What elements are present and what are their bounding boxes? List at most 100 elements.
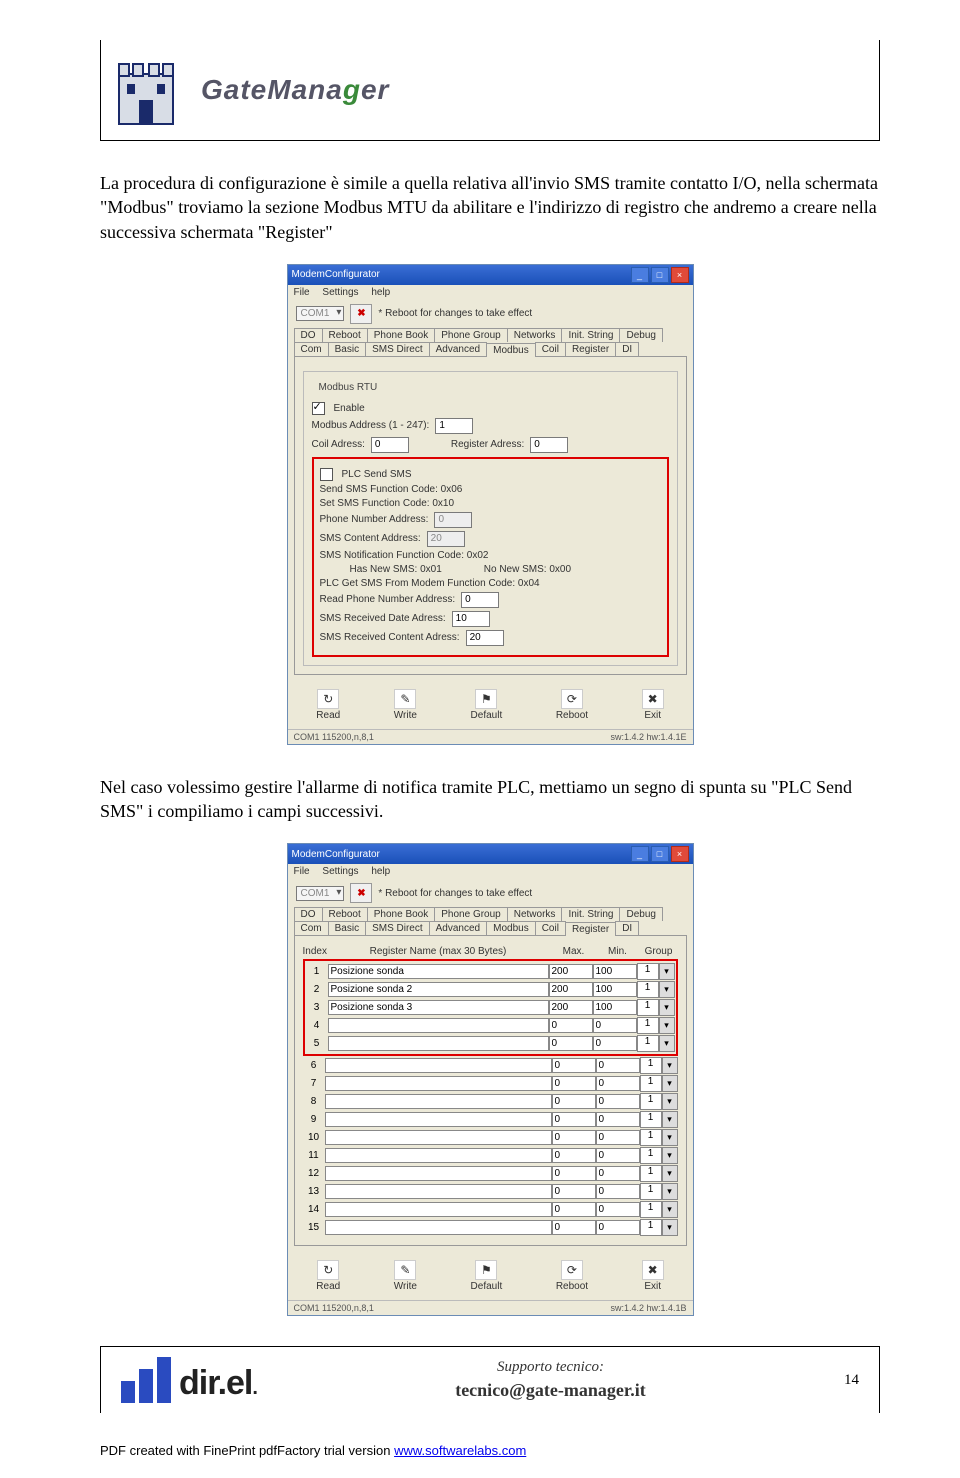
group-dropdown-icon[interactable]: ▾ xyxy=(659,1017,675,1034)
close-icon[interactable]: × xyxy=(671,267,689,283)
minimize-icon[interactable]: _ xyxy=(631,267,649,283)
tab-coil[interactable]: Coil xyxy=(535,342,566,356)
group-dropdown-icon[interactable]: ▾ xyxy=(662,1129,678,1146)
tab-modbus[interactable]: Modbus xyxy=(486,921,536,935)
tab-modbus[interactable]: Modbus xyxy=(486,343,536,357)
modbus-address-input[interactable] xyxy=(435,418,473,434)
tab-basic[interactable]: Basic xyxy=(328,921,366,935)
group-dropdown-icon[interactable]: ▾ xyxy=(659,999,675,1016)
group-dropdown-icon[interactable]: ▾ xyxy=(662,1057,678,1074)
register-name-input[interactable] xyxy=(328,964,549,979)
tab-networks[interactable]: Networks xyxy=(507,328,563,342)
tab-smsdirect[interactable]: SMS Direct xyxy=(365,921,430,935)
tab-debug[interactable]: Debug xyxy=(619,328,662,342)
register-min-input[interactable] xyxy=(593,1000,637,1015)
tab-phonegroup[interactable]: Phone Group xyxy=(434,907,508,921)
register-max-input[interactable] xyxy=(552,1058,596,1073)
menu-file[interactable]: File xyxy=(294,287,310,298)
tab-di[interactable]: DI xyxy=(615,342,639,356)
tab-phonegroup[interactable]: Phone Group xyxy=(434,328,508,342)
tab-reboot[interactable]: Reboot xyxy=(322,328,368,342)
group-dropdown-icon[interactable]: ▾ xyxy=(662,1219,678,1236)
menu-help[interactable]: help xyxy=(371,866,390,877)
group-dropdown-icon[interactable]: ▾ xyxy=(662,1075,678,1092)
register-min-input[interactable] xyxy=(596,1220,640,1235)
register-min-input[interactable] xyxy=(596,1112,640,1127)
register-name-input[interactable] xyxy=(325,1094,552,1109)
menu-settings[interactable]: Settings xyxy=(322,287,358,298)
tab-coil[interactable]: Coil xyxy=(535,921,566,935)
register-name-input[interactable] xyxy=(325,1112,552,1127)
default-button[interactable]: ⚑Default xyxy=(471,689,503,721)
register-min-input[interactable] xyxy=(596,1148,640,1163)
register-name-input[interactable] xyxy=(325,1130,552,1145)
pdf-link[interactable]: www.softwarelabs.com xyxy=(394,1443,526,1458)
read-button[interactable]: ↻Read xyxy=(316,1260,340,1292)
register-min-input[interactable] xyxy=(596,1094,640,1109)
register-min-input[interactable] xyxy=(593,1018,637,1033)
register-min-input[interactable] xyxy=(596,1076,640,1091)
tab-com[interactable]: Com xyxy=(294,921,329,935)
exit-button[interactable]: ✖Exit xyxy=(642,689,664,721)
register-max-input[interactable] xyxy=(549,964,593,979)
tab-initstring[interactable]: Init. String xyxy=(561,907,620,921)
register-name-input[interactable] xyxy=(325,1202,552,1217)
register-max-input[interactable] xyxy=(552,1076,596,1091)
group-dropdown-icon[interactable]: ▾ xyxy=(659,981,675,998)
tab-phonebook[interactable]: Phone Book xyxy=(367,328,436,342)
menu-help[interactable]: help xyxy=(371,287,390,298)
recv-date-input[interactable] xyxy=(452,611,490,627)
tab-do[interactable]: DO xyxy=(294,907,323,921)
register-max-input[interactable] xyxy=(549,1018,593,1033)
group-dropdown-icon[interactable]: ▾ xyxy=(662,1183,678,1200)
tab-advanced[interactable]: Advanced xyxy=(429,342,487,356)
register-max-input[interactable] xyxy=(549,1036,593,1051)
group-dropdown-icon[interactable]: ▾ xyxy=(659,963,675,980)
register-name-input[interactable] xyxy=(325,1076,552,1091)
register-min-input[interactable] xyxy=(593,964,637,979)
register-name-input[interactable] xyxy=(325,1148,552,1163)
default-button[interactable]: ⚑Default xyxy=(471,1260,503,1292)
exit-button[interactable]: ✖Exit xyxy=(642,1260,664,1292)
com-port-select[interactable]: COM1 xyxy=(296,306,345,321)
tab-networks[interactable]: Networks xyxy=(507,907,563,921)
recv-content-input[interactable] xyxy=(466,630,504,646)
disconnect-button[interactable]: ✖ xyxy=(350,304,372,324)
reboot-button[interactable]: ⟳Reboot xyxy=(556,689,588,721)
tab-di[interactable]: DI xyxy=(615,921,639,935)
group-dropdown-icon[interactable]: ▾ xyxy=(659,1035,675,1052)
register-min-input[interactable] xyxy=(596,1130,640,1145)
register-name-input[interactable] xyxy=(325,1166,552,1181)
group-dropdown-icon[interactable]: ▾ xyxy=(662,1201,678,1218)
tab-register[interactable]: Register xyxy=(565,342,616,356)
tab-basic[interactable]: Basic xyxy=(328,342,366,356)
tab-advanced[interactable]: Advanced xyxy=(429,921,487,935)
group-dropdown-icon[interactable]: ▾ xyxy=(662,1165,678,1182)
maximize-icon[interactable]: □ xyxy=(651,267,669,283)
register-max-input[interactable] xyxy=(552,1148,596,1163)
plc-send-sms-checkbox[interactable] xyxy=(320,468,333,481)
tab-do[interactable]: DO xyxy=(294,328,323,342)
register-max-input[interactable] xyxy=(549,982,593,997)
register-max-input[interactable] xyxy=(552,1184,596,1199)
register-min-input[interactable] xyxy=(593,982,637,997)
maximize-icon[interactable]: □ xyxy=(651,846,669,862)
group-dropdown-icon[interactable]: ▾ xyxy=(662,1093,678,1110)
coil-address-input[interactable] xyxy=(371,437,409,453)
tab-debug[interactable]: Debug xyxy=(619,907,662,921)
group-dropdown-icon[interactable]: ▾ xyxy=(662,1111,678,1128)
register-max-input[interactable] xyxy=(552,1112,596,1127)
tab-smsdirect[interactable]: SMS Direct xyxy=(365,342,430,356)
register-max-input[interactable] xyxy=(552,1130,596,1145)
register-name-input[interactable] xyxy=(328,982,549,997)
tab-reboot[interactable]: Reboot xyxy=(322,907,368,921)
tab-com[interactable]: Com xyxy=(294,342,329,356)
register-name-input[interactable] xyxy=(328,1000,549,1015)
tab-phonebook[interactable]: Phone Book xyxy=(367,907,436,921)
com-port-select[interactable]: COM1 xyxy=(296,886,345,901)
group-dropdown-icon[interactable]: ▾ xyxy=(662,1147,678,1164)
register-max-input[interactable] xyxy=(552,1202,596,1217)
register-min-input[interactable] xyxy=(593,1036,637,1051)
register-name-input[interactable] xyxy=(328,1036,549,1051)
enable-checkbox[interactable] xyxy=(312,402,325,415)
